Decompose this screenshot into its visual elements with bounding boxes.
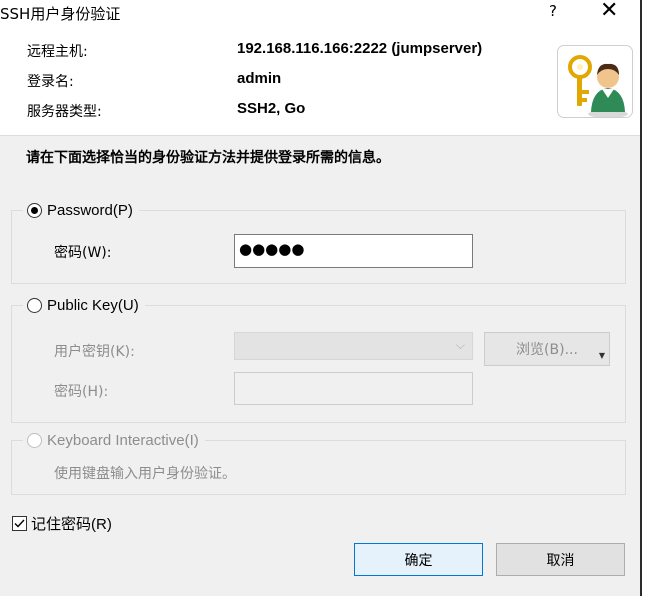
radio-disabled-icon [27, 433, 42, 448]
window-edge [640, 0, 642, 596]
radio-unselected-icon [27, 298, 42, 313]
window-title: SSH用户身份验证 [0, 5, 121, 23]
userkey-select[interactable]: ⌵ [234, 332, 473, 360]
remember-password-checkbox[interactable]: 记住密码(R) [12, 513, 112, 534]
close-button[interactable]: ✕ [600, 0, 618, 23]
passphrase-label: 密码(H): [54, 384, 109, 400]
dropdown-arrow-icon: ▼ [598, 351, 605, 360]
radio-selected-icon [27, 203, 42, 218]
password-radio-label: Password(P) [47, 202, 133, 219]
chevron-down-icon: ⌵ [455, 338, 465, 352]
browse-button-label: 浏览(B)... [516, 342, 578, 358]
publickey-radio-label: Public Key(U) [47, 297, 139, 314]
userkey-label: 用户密钥(K): [54, 344, 135, 360]
password-value: ●●●●● [239, 240, 305, 258]
cancel-button[interactable]: 取消 [496, 543, 625, 576]
remote-host-value: 192.168.116.166:2222 (jumpserver) [237, 40, 483, 57]
server-type-value: SSH2, Go [237, 100, 306, 117]
password-radio[interactable]: Password(P) [23, 202, 139, 219]
header-panel: SSH用户身份验证 ? ✕ 远程主机: 192.168.116.166:2222… [0, 0, 640, 136]
login-name-value: admin [237, 70, 282, 87]
ssh-auth-dialog: SSH用户身份验证 ? ✕ 远程主机: 192.168.116.166:2222… [0, 0, 640, 596]
keyboard-radio[interactable]: Keyboard Interactive(I) [23, 432, 205, 449]
keyboard-description: 使用键盘输入用户身份验证。 [54, 466, 236, 482]
server-type-label: 服务器类型: [27, 104, 102, 120]
checkbox-checked-icon [12, 516, 27, 531]
instruction-text: 请在下面选择恰当的身份验证方法并提供登录所需的信息。 [26, 150, 390, 166]
key-user-icon [557, 45, 633, 118]
passphrase-input[interactable] [234, 372, 473, 405]
keyboard-radio-label: Keyboard Interactive(I) [47, 432, 199, 449]
help-button[interactable]: ? [549, 2, 557, 20]
password-field-label: 密码(W): [54, 245, 112, 261]
publickey-radio[interactable]: Public Key(U) [23, 297, 145, 314]
ok-button[interactable]: 确定 [354, 543, 483, 576]
login-name-label: 登录名: [27, 74, 74, 90]
remember-password-label: 记住密码(R) [31, 516, 112, 533]
browse-button[interactable]: 浏览(B)... ▼ [484, 332, 610, 366]
password-input[interactable]: ●●●●● [234, 234, 473, 268]
remote-host-label: 远程主机: [27, 44, 88, 60]
